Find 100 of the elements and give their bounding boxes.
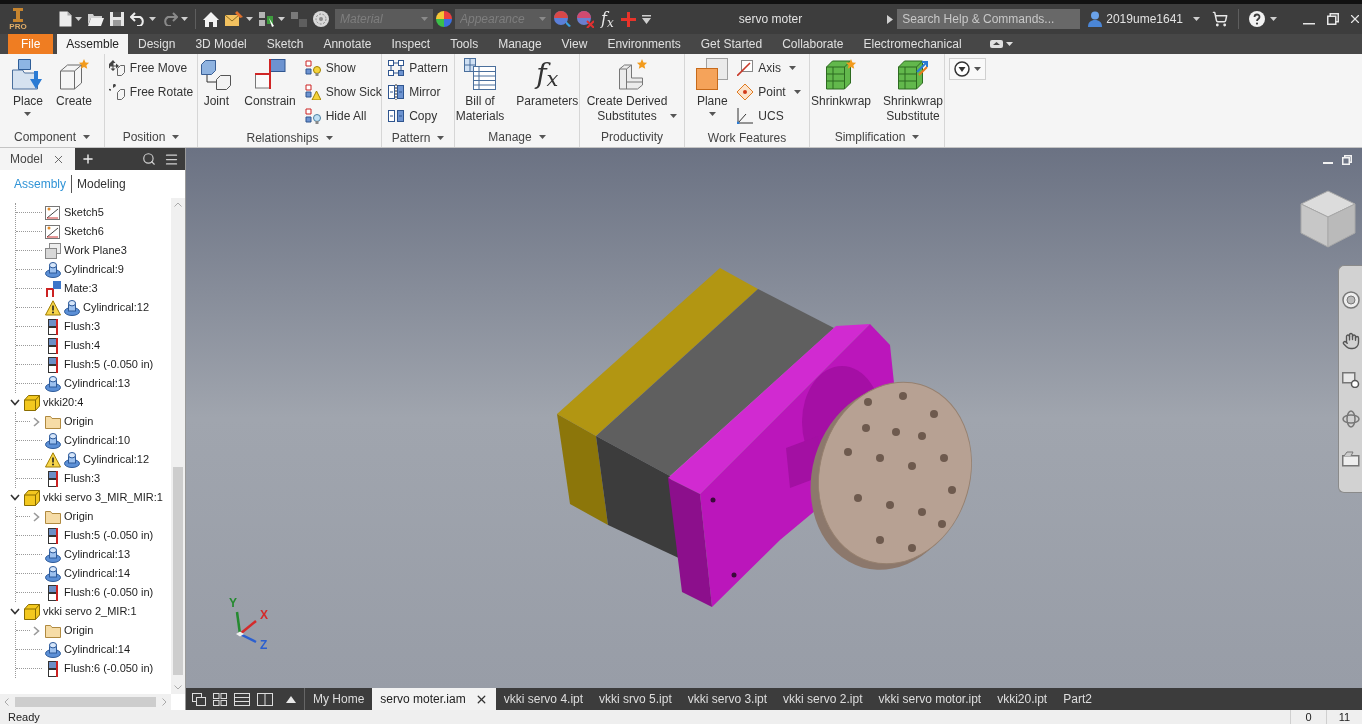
ribbon-button[interactable]: Create Derived Substitutes [583,54,681,126]
servo-motor-model[interactable] [556,267,974,608]
close-icon[interactable] [1348,12,1362,26]
help-button[interactable] [1249,11,1277,27]
tree-item[interactable]: Flush:3 [45,317,103,336]
tree-item[interactable]: Cylindrical:13 [45,545,133,564]
ribbon-tab[interactable]: Environments [597,34,691,54]
document-tab[interactable]: servo moter.iam [372,688,496,710]
panel-title[interactable]: Component [13,128,90,146]
panel-title[interactable]: Manage [488,128,546,146]
tree-item[interactable]: Sketch6 [45,222,106,241]
ribbon-button[interactable]: Joint [197,54,236,126]
tree-item[interactable]: Flush:5 (-0.050 in) [45,355,156,374]
document-tab[interactable]: vkki srvo 5.ipt [591,688,680,710]
orbit-icon[interactable] [1341,410,1360,429]
horizontal-split-icon[interactable] [234,692,250,706]
vertical-split-icon[interactable] [257,692,273,706]
tree-item[interactable]: Flush:5 (-0.050 in) [45,526,156,545]
zoom-icon[interactable] [1341,371,1360,388]
ribbon-tab[interactable]: View [551,34,598,54]
ribbon-button[interactable]: Hide All [304,104,382,128]
ribbon-tab[interactable]: Electromechanical [853,34,972,54]
document-tab[interactable]: vkki20.ipt [989,688,1056,710]
pan-hand-icon[interactable] [1341,331,1360,350]
formula-button[interactable]: f$_{x}$ [597,7,618,31]
ribbon-button[interactable]: Mirror [388,80,448,104]
panel-title[interactable]: Relationships [246,128,333,147]
mode-tab[interactable]: Modeling [71,175,128,193]
ribbon-tab[interactable]: Assemble [57,34,129,54]
tree-item[interactable]: vkki servo 2_MIR:1 [24,602,139,621]
ribbon-tab[interactable]: Tools [440,34,489,54]
tree-item[interactable]: Cylindrical:9 [45,260,126,279]
tree-item[interactable]: Cylindrical:14 [45,564,133,583]
ribbon-button[interactable]: Point [737,80,801,104]
tree-item[interactable]: vkki20:4 [24,393,86,412]
ribbon-tab[interactable]: Sketch [256,34,314,54]
restore-icon[interactable] [1327,13,1339,25]
ribbon-button[interactable]: Free Move [108,56,194,80]
ribbon-tab[interactable]: Inspect [381,34,441,54]
vertical-scrollbar[interactable] [171,198,185,694]
tree-item[interactable]: Flush:4 [45,336,103,355]
camera-icon[interactable] [1341,450,1360,467]
cascade-windows-icon[interactable] [192,692,206,706]
ribbon-button[interactable]: Place [9,54,47,126]
ribbon-button[interactable]: Create [53,54,95,126]
ribbon-tab[interactable]: Annotate [313,34,382,54]
ribbon-tab[interactable]: Collaborate [772,34,854,54]
tree-item[interactable]: Origin [45,507,96,526]
cart-icon[interactable] [1212,11,1228,27]
menu-icon[interactable] [164,151,179,167]
chevron-right-icon[interactable] [32,625,40,636]
chevron-right-icon[interactable] [32,511,40,522]
panel-title[interactable]: Position [122,128,180,146]
scrollbar-thumb[interactable] [173,467,183,675]
chevron-down-icon[interactable] [10,399,20,406]
panel-title[interactable]: Simplification [834,128,920,146]
ribbon-button[interactable]: Axis [737,56,801,80]
ribbon-button[interactable]: Pattern [388,56,448,80]
steering-wheel-icon[interactable] [1341,291,1360,310]
ribbon-button[interactable]: Shrinkwrap Substitute [880,54,947,126]
ribbon-button[interactable]: Copy [388,104,448,128]
ribbon-tab[interactable]: Get Started [690,34,773,54]
panel-options-button[interactable] [949,58,986,80]
ribbon-tab[interactable]: Manage [488,34,552,54]
ribbon-button[interactable]: f$_{x}$ Parameters [513,54,582,126]
tree-item[interactable]: Cylindrical:13 [45,374,133,393]
tree-item[interactable]: Cylindrical:10 [45,431,133,450]
tree-item[interactable]: Origin [45,412,96,431]
document-tab[interactable]: vkki servo 3.ipt [679,688,776,710]
caret-right-icon[interactable] [887,14,894,24]
chevron-down-icon[interactable] [10,608,20,615]
document-tab[interactable]: Part2 [1055,688,1100,710]
ribbon-button[interactable]: Show Sick [304,80,382,104]
tree-item[interactable]: Flush:3 [45,469,103,488]
view-cube[interactable] [1300,190,1356,248]
add-icon[interactable] [80,152,95,166]
search-field[interactable]: Search Help & Commands... [897,9,1081,29]
chevron-down-icon[interactable] [10,494,20,501]
tree-item[interactable]: Cylindrical:12 [45,298,152,317]
tree-item[interactable]: Cylindrical:14 [45,640,133,659]
search-icon[interactable] [142,152,156,166]
ribbon-tab[interactable]: 3D Model [185,34,257,54]
scrollbar-thumb[interactable] [15,697,156,707]
tree-item[interactable]: vkki servo 3_MIR_MIR:1 [24,488,165,507]
tree-item[interactable]: Work Plane3 [45,241,129,260]
tile-windows-icon[interactable] [213,692,227,706]
document-tab[interactable]: vkki servo 4.ipt [495,688,592,710]
horizontal-scrollbar[interactable] [0,694,171,710]
ribbon-button[interactable]: Constrain [241,54,299,126]
tree-item[interactable]: Flush:6 (-0.050 in) [45,583,156,602]
chevron-right-icon[interactable] [32,416,40,427]
tree-item[interactable]: Cylindrical:12 [45,450,152,469]
tree-item[interactable]: Origin [45,621,96,640]
restore-icon[interactable] [1342,155,1352,165]
user-menu-button[interactable]: 2019ume1641 [1106,10,1200,28]
panel-title[interactable]: Pattern [391,128,445,147]
document-tab[interactable]: vkki servo 2.ipt [775,688,871,710]
document-tab[interactable]: vkki servo motor.ipt [870,688,990,710]
ribbon-button[interactable]: UCS [737,104,801,128]
ribbon-button[interactable]: Bill of Materials [452,54,508,126]
